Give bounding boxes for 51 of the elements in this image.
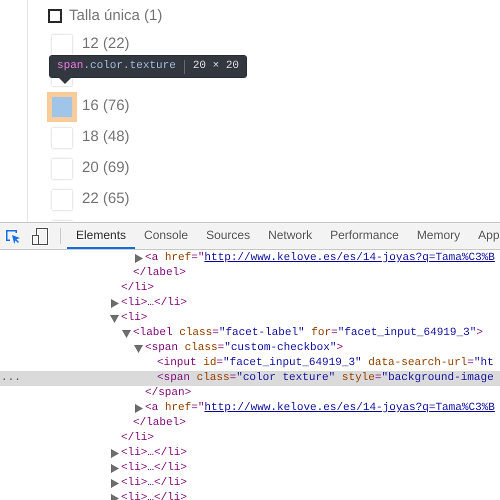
size-label: 20 × 20	[192, 59, 240, 74]
code-line: <li>…</li>	[120, 461, 188, 476]
code-line: </label>	[132, 416, 186, 431]
expand-triangle-icon[interactable]	[110, 479, 119, 488]
checkbox[interactable]	[48, 9, 62, 23]
expand-triangle-icon[interactable]	[110, 299, 119, 308]
facet-label[interactable]: 12 (22)	[82, 33, 130, 56]
facet-label[interactable]: 16 (76)	[82, 95, 130, 118]
facet-label[interactable]: Talla única (1)	[69, 4, 162, 28]
devtools-tab[interactable]: Memory	[408, 223, 470, 249]
swatch-checkbox[interactable]	[52, 190, 72, 210]
expand-triangle-icon[interactable]	[110, 449, 119, 458]
code-line: <label class="facet-label" for="facet_input_64919_3">	[132, 326, 483, 341]
gutter-ellipsis[interactable]: ...	[1, 371, 21, 386]
code-line: <input id="facet_input_64919_3" data-search-url="ht	[156, 356, 494, 371]
devtools-tab[interactable]: App	[469, 223, 500, 249]
highlighted-swatch[interactable]	[47, 92, 77, 122]
code-line: </li>	[120, 281, 154, 296]
code-line: <span class="custom-checkbox">	[144, 341, 344, 356]
code-line: <li>…</li>	[120, 296, 188, 311]
inspect-element-icon[interactable]	[5, 229, 21, 245]
code-line: <li>…</li>	[120, 491, 188, 500]
collapse-triangle-icon[interactable]	[122, 329, 131, 338]
expand-triangle-icon[interactable]	[134, 254, 143, 263]
code-line: <a href="http://www.kelove.es/es/14-joyas?q=Tama%C3%B	[144, 251, 495, 266]
selected-row[interactable]: ... <span class="color texture" style="background-image	[0, 371, 500, 386]
code-line: <li>	[120, 311, 148, 326]
facet-label[interactable]: 18 (48)	[82, 126, 130, 149]
swatch-checkbox[interactable]	[52, 34, 72, 54]
swatch-checkbox[interactable]	[52, 158, 72, 178]
devtools-tab[interactable]: Console	[135, 223, 198, 249]
facet-label[interactable]: 20 (69)	[82, 157, 130, 180]
collapse-triangle-icon[interactable]	[134, 344, 143, 353]
expand-triangle-icon[interactable]	[110, 464, 119, 473]
code-line: <a href="http://www.kelove.es/es/14-joyas?q=Tama%C3%B	[144, 401, 495, 416]
device-toolbar-icon[interactable]	[32, 228, 48, 245]
code-line: </label>	[132, 266, 186, 281]
expand-triangle-icon[interactable]	[134, 404, 143, 413]
facet-label[interactable]: 22 (65)	[82, 188, 130, 211]
code-line: <li>…</li>	[120, 446, 188, 461]
swatch-checkbox[interactable]	[52, 128, 72, 148]
code-line: <span class="color texture" style="background-image	[156, 371, 494, 386]
selector-label: span.color.texture	[57, 59, 176, 74]
devtools-tab[interactable]: Sources	[197, 223, 260, 249]
devtools-tab[interactable]: Performance	[321, 223, 408, 249]
code-line: <li>…</li>	[120, 476, 188, 491]
devtools-tab[interactable]: Elements	[67, 223, 136, 249]
code-line: </span>	[144, 386, 192, 401]
collapse-triangle-icon[interactable]	[110, 314, 119, 323]
devtools-tab[interactable]: Network	[259, 223, 322, 249]
code-line: </li>	[120, 431, 154, 446]
